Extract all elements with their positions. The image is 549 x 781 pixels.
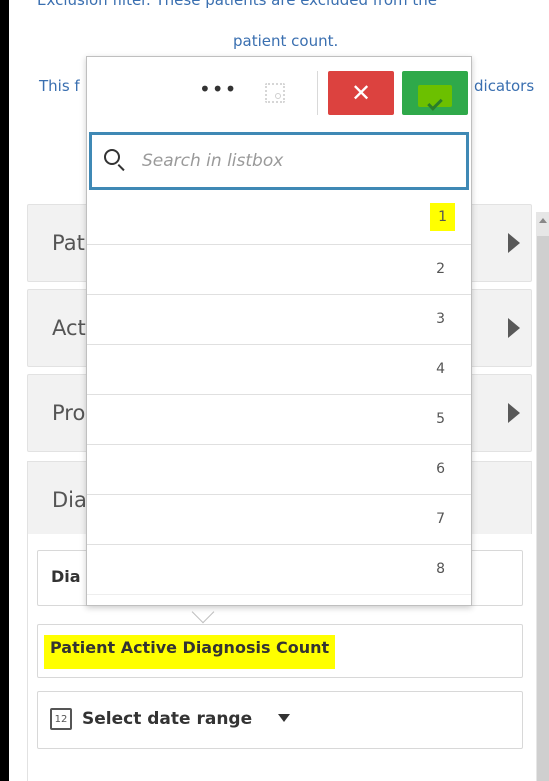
panel-label: Act (52, 316, 86, 340)
lasso-select-icon[interactable] (265, 83, 285, 103)
active-diagnosis-count-field[interactable]: Patient Active Diagnosis Count (37, 624, 523, 678)
more-options-icon[interactable]: ••• (199, 77, 237, 101)
list-item[interactable]: 4 (87, 345, 471, 395)
list-item-value: 4 (436, 361, 445, 377)
description-line-1: Exclusion filter. These patients are exc… (37, 0, 438, 9)
app-frame: Exclusion filter. These patients are exc… (9, 0, 549, 781)
cancel-selection-button[interactable]: ✕ (328, 71, 394, 115)
popup-toolbar: ••• ✕ (87, 57, 471, 127)
panel-scrollbar[interactable] (536, 212, 549, 781)
search-icon (104, 149, 120, 165)
description-line-2: patient count. (233, 32, 339, 50)
list-item[interactable]: 2 (87, 245, 471, 295)
panel-label: Pat (52, 231, 85, 255)
list-item-value: 7 (436, 511, 445, 527)
field-label: Patient Active Diagnosis Count (44, 635, 336, 669)
list-item[interactable]: 3 (87, 295, 471, 345)
description-line-3-right: dicators (474, 77, 535, 95)
chevron-down-icon[interactable] (278, 714, 290, 722)
list-item[interactable]: 7 (87, 495, 471, 545)
list-item[interactable]: 5 (87, 395, 471, 445)
list-item-value: 1 (430, 203, 455, 231)
panel-label: Dia (52, 488, 87, 512)
list-item[interactable]: 1 (87, 195, 471, 245)
list-item[interactable]: 6 (87, 445, 471, 495)
date-range-label: Select date range (82, 709, 253, 729)
list-item-value: 6 (436, 461, 445, 477)
listbox-popup: ••• ✕ 1 2 3 4 (86, 56, 472, 606)
scrollbar-thumb[interactable] (537, 236, 549, 781)
list-item-value: 5 (436, 411, 445, 427)
expand-arrow-icon[interactable] (508, 318, 520, 338)
listbox-search[interactable] (89, 132, 469, 190)
search-input[interactable] (142, 145, 452, 177)
field-label: Dia (51, 567, 81, 586)
expand-arrow-icon[interactable] (508, 403, 520, 423)
panel-label: Pro (52, 401, 86, 425)
list-item-value: 2 (436, 261, 445, 277)
scroll-up-icon[interactable] (539, 218, 547, 223)
date-range-field[interactable]: 12 Select date range (37, 691, 523, 749)
list-fade (87, 585, 471, 605)
description-line-3-left: This f (39, 77, 80, 95)
listbox-values: 1 2 3 4 5 6 7 8 (87, 195, 471, 605)
expand-arrow-icon[interactable] (508, 233, 520, 253)
confirm-selection-button[interactable] (402, 71, 468, 115)
list-item-value: 8 (436, 561, 445, 577)
list-item-value: 3 (436, 311, 445, 327)
toolbar-divider (317, 71, 318, 115)
calendar-icon: 12 (50, 708, 72, 730)
